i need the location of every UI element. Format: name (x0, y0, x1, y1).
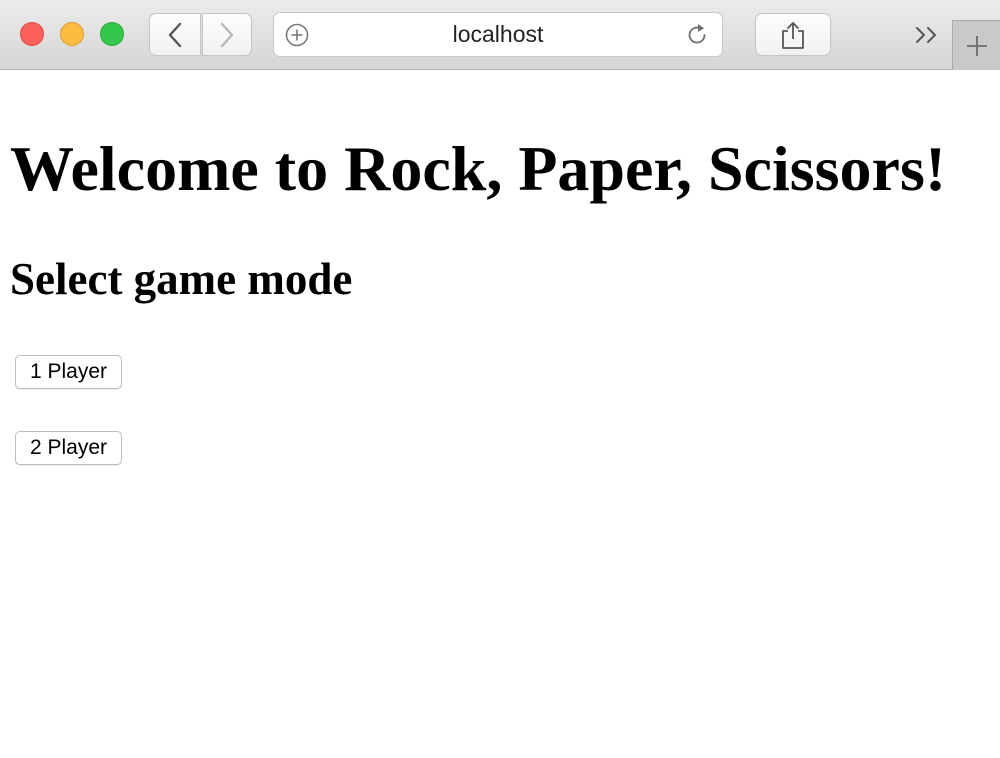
page-subtitle: Select game mode (10, 254, 353, 304)
share-icon (782, 21, 804, 49)
plus-icon (966, 35, 987, 56)
browser-toolbar: localhost (0, 0, 1000, 70)
share-button[interactable] (755, 13, 831, 56)
double-chevron-right-icon[interactable] (912, 22, 942, 48)
zoom-window-button[interactable] (100, 22, 124, 46)
close-window-button[interactable] (20, 22, 44, 46)
new-tab-button[interactable] (952, 20, 1000, 70)
address-bar[interactable]: localhost (273, 12, 723, 57)
page-title: Welcome to Rock, Paper, Scissors! (10, 133, 947, 204)
chevron-left-icon (168, 22, 182, 47)
one-player-button[interactable]: 1 Player (15, 355, 123, 389)
forward-button[interactable] (202, 13, 252, 56)
two-player-button[interactable]: 2 Player (15, 431, 123, 465)
page-content: Welcome to Rock, Paper, Scissors! Select… (0, 71, 1000, 758)
browser-window: localhost Welcome to Rock, Paper, Scisso… (0, 0, 1000, 758)
address-url: localhost (452, 21, 544, 47)
chevron-right-icon (220, 22, 234, 47)
minimize-window-button[interactable] (60, 22, 84, 46)
reload-icon[interactable] (684, 22, 710, 48)
back-button[interactable] (149, 13, 201, 56)
